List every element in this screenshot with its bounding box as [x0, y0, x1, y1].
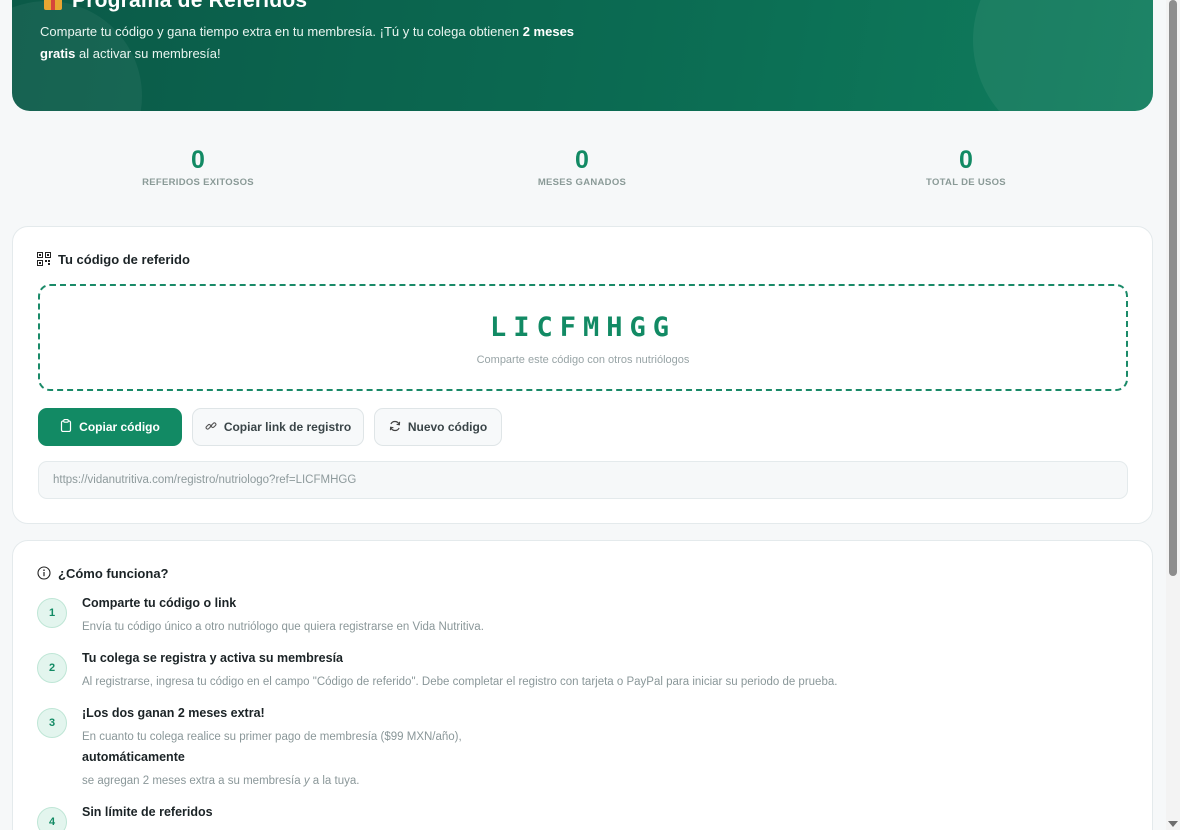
- step-number: 4: [37, 807, 67, 830]
- stat-value: 0: [959, 146, 973, 174]
- hero-description: Comparte tu código y gana tiempo extra e…: [40, 21, 600, 65]
- new-code-button[interactable]: Nuevo código: [374, 408, 502, 446]
- copy-code-button-label: Copiar código: [79, 420, 160, 434]
- copy-link-button[interactable]: Copiar link de registro: [192, 408, 364, 446]
- copy-code-button[interactable]: Copiar código: [38, 408, 182, 446]
- stat-value: 0: [575, 146, 589, 174]
- copy-link-button-label: Copiar link de registro: [223, 420, 352, 434]
- hero-description-text-end: al activar su membresía!: [75, 46, 221, 61]
- step-description: Al registrarse, ingresa tu código en el …: [82, 676, 838, 688]
- card-title-text: ¿Cómo funciona?: [58, 566, 169, 581]
- stat-value: 0: [191, 146, 205, 174]
- step-description: En cuanto tu colega realice su primer pa…: [82, 731, 462, 743]
- step-title: Sin límite de referidos: [82, 805, 213, 819]
- scroll-down-arrow-icon[interactable]: [1168, 821, 1178, 827]
- stat-label: REFERIDOS EXITOSOS: [142, 177, 254, 188]
- stat-successful-referrals: 0 REFERIDOS EXITOSOS: [78, 146, 318, 188]
- how-it-works-card: ¿Cómo funciona? 1 Comparte tu código o l…: [12, 540, 1153, 830]
- card-title: ¿Cómo funciona?: [37, 566, 169, 583]
- stat-label: TOTAL DE USOS: [926, 177, 1006, 188]
- step-description-text-end: a la tuya.: [309, 775, 360, 787]
- step-number: 2: [37, 653, 67, 683]
- step-title: Comparte tu código o link: [82, 596, 237, 610]
- gift-icon: [42, 0, 64, 10]
- referral-code[interactable]: LICFMHGG: [40, 312, 1126, 343]
- step-number: 3: [37, 708, 67, 738]
- clipboard-icon: [60, 419, 72, 435]
- referral-code-hint: Comparte este código con otros nutriólog…: [476, 354, 690, 366]
- card-title: Tu código de referido: [37, 252, 190, 269]
- info-icon: [37, 566, 51, 583]
- step-description: Envía tu código único a otro nutriólogo …: [82, 621, 484, 633]
- referral-code-card: Tu código de referido LICFMHGG Comparte …: [12, 226, 1153, 524]
- stat-label: MESES GANADOS: [537, 177, 627, 188]
- step-title: ¡Los dos ganan 2 meses extra!: [82, 706, 265, 720]
- page-title: Programa de Referidos: [42, 0, 307, 13]
- stat-months-earned: 0 MESES GANADOS: [462, 146, 702, 188]
- scrollbar-thumb[interactable]: [1169, 0, 1177, 576]
- card-title-text: Tu código de referido: [58, 252, 190, 267]
- link-icon: [205, 420, 217, 435]
- decorative-circle: [973, 0, 1153, 111]
- refresh-icon: [389, 420, 401, 435]
- step-number: 1: [37, 598, 67, 628]
- registration-link-field[interactable]: https://vidanutritiva.com/registro/nutri…: [38, 461, 1128, 499]
- referral-code-display: LICFMHGG Comparte este código con otros …: [38, 284, 1128, 391]
- hero-description-text: Comparte tu código y gana tiempo extra e…: [40, 24, 523, 39]
- step-title: Tu colega se registra y activa su membre…: [82, 651, 344, 665]
- step-description-continued: se agregan 2 meses extra a su membresía …: [82, 775, 359, 787]
- step-emphasis: automáticamente: [82, 750, 185, 764]
- page-title-text: Programa de Referidos: [72, 0, 308, 12]
- step-description-text: se agregan 2 meses extra a su membresía: [82, 775, 304, 787]
- new-code-button-label: Nuevo código: [407, 420, 488, 434]
- page-viewport: Programa de Referidos Comparte tu código…: [0, 0, 1166, 830]
- qr-code-icon: [37, 252, 51, 269]
- vertical-scrollbar[interactable]: [1166, 0, 1180, 830]
- referral-hero-banner: Programa de Referidos Comparte tu código…: [12, 0, 1153, 111]
- stat-total-uses: 0 TOTAL DE USOS: [846, 146, 1086, 188]
